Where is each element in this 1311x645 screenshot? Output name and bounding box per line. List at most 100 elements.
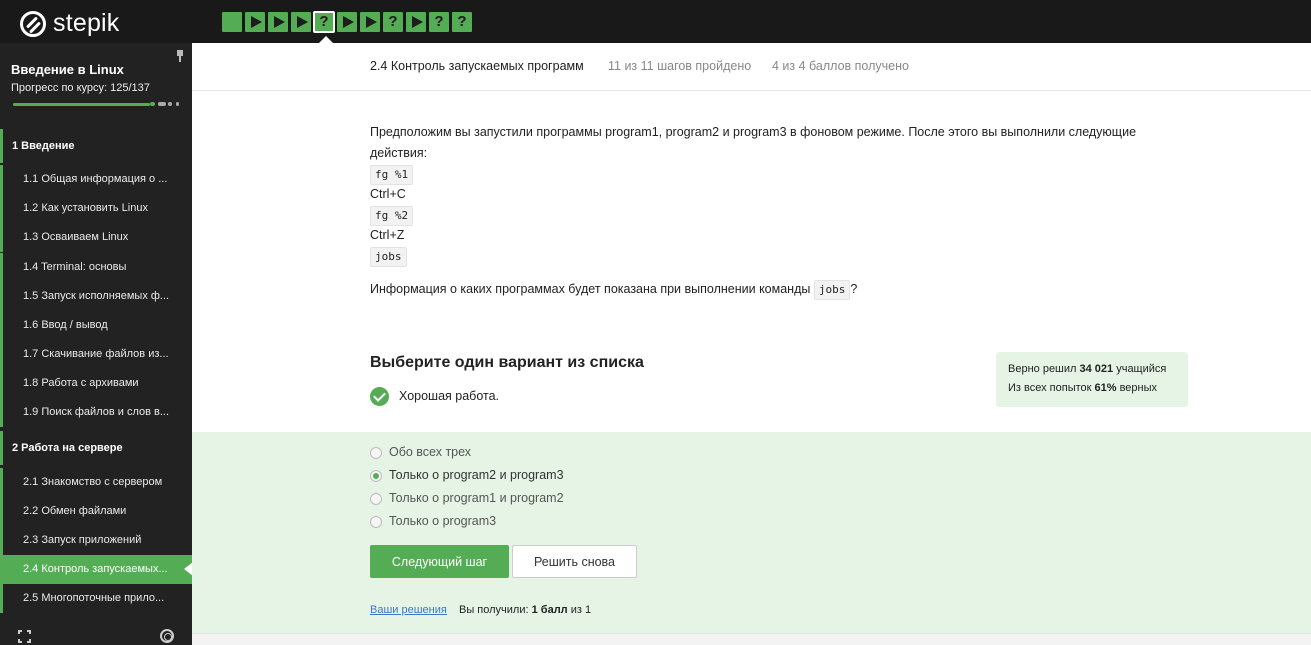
sidebar-lesson[interactable]: 2.2 Обмен файлами <box>0 497 192 526</box>
lesson-label: 2.2 Обмен файлами <box>23 505 127 517</box>
question-text-line: действия: <box>370 146 428 160</box>
lesson-title: 2.4 Контроль запускаемых программ <box>370 59 584 73</box>
pin-icon[interactable] <box>176 50 184 62</box>
lesson-label: 1.7 Скачивание файлов из... <box>23 348 169 360</box>
stepik-logo-icon <box>20 10 46 37</box>
your-solutions-link[interactable]: Ваши решения <box>370 604 447 616</box>
course-progress-bar <box>13 102 183 107</box>
attempts-percent: 61% <box>1094 382 1117 394</box>
step-video-button[interactable] <box>406 12 426 32</box>
next-step-button[interactable]: Следующий шаг <box>370 545 509 578</box>
step-video-button[interactable] <box>360 12 380 32</box>
lesson-label: 1.1 Общая информация о ... <box>23 173 168 185</box>
gear-icon[interactable] <box>160 629 174 643</box>
lesson-label: 2.5 Многопоточные прило... <box>23 592 165 604</box>
step-quiz-button[interactable]: ? <box>383 12 403 32</box>
received-score: Вы получили: 1 балл из 1 <box>459 604 591 616</box>
lesson-label: 1.5 Запуск исполняемых ф... <box>23 290 170 302</box>
module-header[interactable]: 2 Работа на сервере <box>0 431 192 465</box>
lesson-steps-progress: 11 из 11 шагов пройдено <box>608 59 752 73</box>
score-value: 1 балл <box>531 604 568 616</box>
course-progress-label: Прогресс по курсу: 125/137 <box>11 82 150 94</box>
inline-code: fg %2 <box>370 206 414 226</box>
radio-button[interactable] <box>370 447 382 459</box>
module-label: 1 Введение <box>12 140 75 152</box>
step-navigation: ???? <box>222 11 472 33</box>
step-quiz-button[interactable]: ? <box>313 11 335 33</box>
course-title[interactable]: Введение в Linux <box>11 62 124 77</box>
lesson-label: 2.4 Контроль запускаемых... <box>23 563 168 575</box>
sidebar-lesson-active[interactable]: 2.4 Контроль запускаемых... <box>0 555 193 584</box>
score-text: Вы получили: <box>459 604 532 616</box>
inline-code: fg %1 <box>370 165 414 185</box>
lesson-label: 1.9 Поиск файлов и слов в... <box>23 406 170 418</box>
step-quiz-button[interactable]: ? <box>429 12 449 32</box>
sidebar-lesson[interactable]: 1.7 Скачивание файлов из... <box>0 340 192 369</box>
sidebar-lesson[interactable]: 1.2 Как установить Linux <box>0 194 192 223</box>
lesson-label: 2.1 Знакомство с сервером <box>23 476 163 488</box>
step-video-button[interactable] <box>268 12 288 32</box>
sidebar-lesson[interactable]: 1.9 Поиск файлов и слов в... <box>0 398 192 427</box>
sidebar-lesson[interactable]: 2.1 Знакомство с сервером <box>0 468 192 497</box>
lesson-score: 4 из 4 баллов получено <box>772 59 909 73</box>
lesson-label: 1.4 Terminal: основы <box>23 261 127 273</box>
step-text-button[interactable] <box>222 12 242 32</box>
attempts-line: Из всех попыток 61% верных <box>1008 382 1157 394</box>
course-sidebar: Введение в Linux Прогресс по курсу: 125/… <box>0 43 193 645</box>
step-video-button[interactable] <box>245 12 265 32</box>
progress-segment <box>168 102 172 106</box>
progress-segment <box>176 102 179 106</box>
code-line: jobs <box>370 246 407 267</box>
radio-button[interactable] <box>370 493 382 505</box>
sidebar-lesson[interactable]: 1.8 Работа с архивами <box>0 369 192 398</box>
sidebar-lesson[interactable]: 1.3 Осваиваем Linux <box>0 223 192 252</box>
quiz-stats: Верно решил 34 021 учащийся Из всех попы… <box>996 352 1188 407</box>
score-text: из 1 <box>567 604 592 616</box>
stats-text: Из всех попыток <box>1008 382 1095 394</box>
fullscreen-icon[interactable] <box>18 630 31 643</box>
radio-button[interactable] <box>370 516 382 528</box>
lesson-label: 1.8 Работа с архивами <box>23 377 139 389</box>
bottom-strip <box>192 633 1311 645</box>
code-line: fg %1 <box>370 164 414 185</box>
module-label: 2 Работа на сервере <box>12 442 123 454</box>
active-step-pointer <box>319 36 333 43</box>
question-text-line: Ctrl+C <box>370 187 406 201</box>
answer-option-label: Только о program3 <box>389 514 497 528</box>
stats-text: учащийся <box>1113 363 1167 375</box>
sidebar-lesson[interactable]: 1.6 Ввод / вывод <box>0 311 192 340</box>
question-mark: ? <box>850 282 858 296</box>
lesson-label: 1.2 Как установить Linux <box>23 202 148 214</box>
inline-code: jobs <box>370 247 407 267</box>
sidebar-lesson[interactable]: 2.3 Запуск приложений <box>0 526 192 555</box>
sidebar-lesson[interactable]: 1.4 Terminal: основы <box>0 253 192 282</box>
lesson-header: 2.4 Контроль запускаемых программ 11 из … <box>192 43 1311 91</box>
solved-count-line: Верно решил 34 021 учащийся <box>1008 363 1166 375</box>
radio-button-checked[interactable] <box>370 470 382 482</box>
inline-code: jobs <box>813 280 851 300</box>
lesson-label: 1.6 Ввод / вывод <box>23 319 108 331</box>
logo-text: stepik <box>53 9 120 37</box>
question-text-line: Предположим вы запустили программы progr… <box>370 125 1137 139</box>
check-icon <box>370 387 389 406</box>
answer-area: Обо всех трех Только о program2 и progra… <box>192 432 1311 633</box>
step-video-button[interactable] <box>337 12 357 32</box>
sidebar-lesson[interactable]: 2.5 Многопоточные прило... <box>0 584 192 613</box>
lesson-label: 2.3 Запуск приложений <box>23 534 142 546</box>
answer-option-label: Только о program2 и program3 <box>389 468 564 482</box>
code-line: fg %2 <box>370 205 414 226</box>
quiz-instruction: Выберите один вариант из списка <box>370 354 644 371</box>
solved-count: 34 021 <box>1079 363 1114 375</box>
feedback-text: Хорошая работа. <box>399 389 500 403</box>
question-prompt-text: Информация о каких программах будет пока… <box>370 282 811 296</box>
sidebar-lesson[interactable]: 1.5 Запуск исполняемых ф... <box>0 282 192 311</box>
question-text-line: Ctrl+Z <box>370 228 405 242</box>
stepik-logo[interactable]: stepik <box>20 9 120 38</box>
step-video-button[interactable] <box>291 12 311 32</box>
sidebar-lesson[interactable]: 1.1 Общая информация о ... <box>0 165 192 194</box>
course-progress-fill <box>13 103 150 106</box>
lesson-content: 2.4 Контроль запускаемых программ 11 из … <box>192 43 1311 645</box>
solve-again-button[interactable]: Решить снова <box>512 545 637 578</box>
step-quiz-button[interactable]: ? <box>452 12 472 32</box>
module-header[interactable]: 1 Введение <box>0 129 192 163</box>
